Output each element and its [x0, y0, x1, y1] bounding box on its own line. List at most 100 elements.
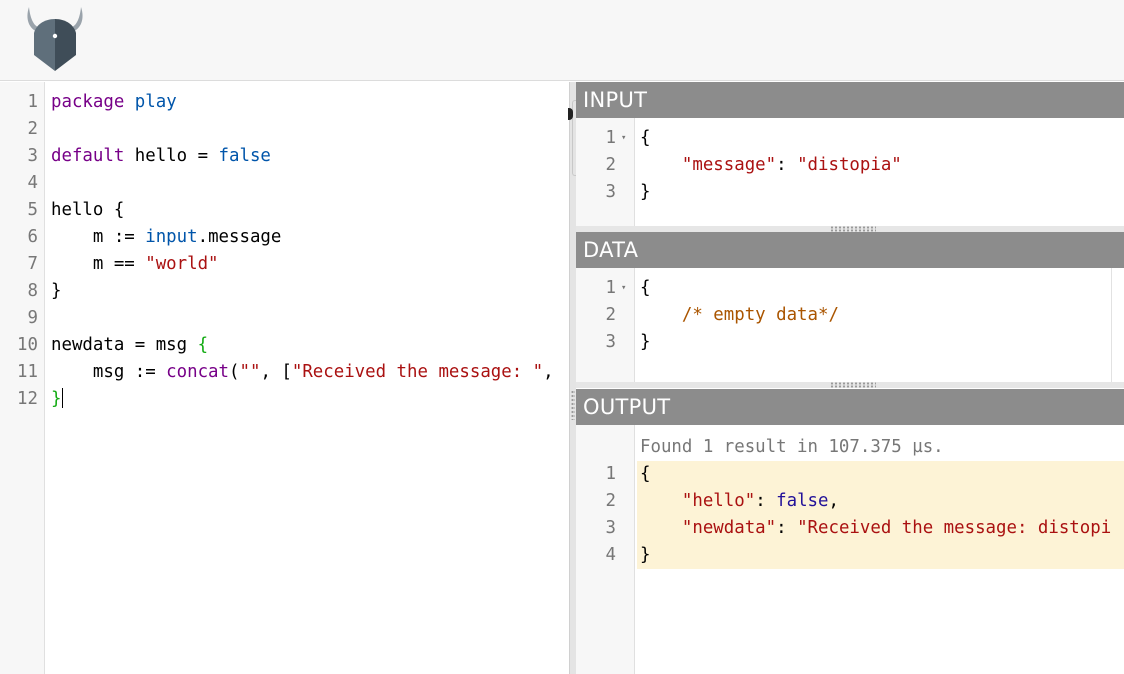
code-line[interactable]: 2 "hello": false, — [576, 488, 1124, 515]
code-token: /* empty data*/ — [681, 305, 839, 325]
line-number: 7 — [27, 254, 38, 274]
code-token: } — [51, 281, 62, 301]
line-text: { — [640, 461, 650, 488]
line-number: 2 — [605, 491, 616, 511]
code-token: { — [640, 464, 651, 484]
line-text: newdata = msg { — [51, 332, 208, 359]
code-token: , — [543, 362, 554, 382]
line-text: m := input.message — [51, 224, 281, 251]
code-line[interactable]: 2 /* empty data*/ — [576, 302, 1124, 329]
data-output-splitter[interactable] — [576, 382, 1124, 388]
code-token: } — [51, 389, 62, 409]
code-token: , [ — [260, 362, 292, 382]
line-number: 1 — [605, 128, 616, 148]
line-number: 5 — [27, 200, 38, 220]
line-number: 11 — [17, 362, 38, 382]
line-text: "hello": false, — [640, 488, 839, 515]
line-text: /* empty data*/ — [640, 302, 839, 329]
code-token: "world" — [145, 254, 219, 274]
data-scrollbar[interactable] — [1111, 268, 1124, 382]
line-number: 4 — [27, 173, 38, 193]
code-line[interactable]: 2 "message": "distopia" — [576, 152, 1124, 179]
line-number: 3 — [605, 182, 616, 202]
line-number: 1 — [605, 278, 616, 298]
line-number: 3 — [605, 518, 616, 538]
code-token: hello = — [124, 146, 219, 166]
code-token: : — [776, 155, 798, 175]
line-number: 2 — [605, 305, 616, 325]
line-text: "newdata": "Received the message: distop… — [640, 515, 1111, 542]
line-text: } — [640, 542, 650, 569]
line-number: 12 — [17, 389, 38, 409]
result-highlight — [637, 542, 1124, 569]
fold-arrow-icon[interactable]: ▾ — [621, 125, 626, 152]
data-editor[interactable]: 1 ▾{2 /* empty data*/3} — [576, 268, 1124, 382]
code-line[interactable]: 3} — [576, 329, 1124, 356]
code-line[interactable]: 4} — [576, 542, 1124, 569]
code-token: : — [755, 491, 777, 511]
opa-logo-icon[interactable] — [24, 5, 86, 73]
code-token: default — [51, 146, 125, 166]
code-token: false — [218, 146, 271, 166]
line-number: 9 — [27, 308, 38, 328]
line-text: msg := concat("", ["Received the message… — [51, 359, 554, 386]
line-number: 3 — [605, 332, 616, 352]
line-number: 8 — [27, 281, 38, 301]
line-number: 4 — [605, 545, 616, 565]
code-line[interactable]: 3} — [576, 179, 1124, 206]
code-token: play — [134, 92, 177, 112]
code-token: .message — [197, 227, 282, 247]
line-text: } — [51, 278, 61, 305]
code-token: { — [640, 278, 651, 298]
line-text: } — [640, 179, 650, 206]
line-number: 10 — [17, 335, 38, 355]
line-text: } — [51, 386, 64, 413]
line-text: hello { — [51, 197, 124, 224]
code-line[interactable]: 1 ▾ { — [576, 125, 1124, 152]
fold-arrow-icon[interactable]: ▾ — [621, 275, 626, 302]
line-number: 3 — [27, 146, 38, 166]
code-line[interactable]: 1 ▾ { — [576, 275, 1124, 302]
code-token: } — [640, 332, 651, 352]
splitter-grip-icon — [830, 382, 876, 388]
code-token: } — [640, 182, 651, 202]
code-line[interactable]: 3 "newdata": "Received the message: dist… — [576, 515, 1124, 542]
output-viewer[interactable]: 1{2 "hello": false, 3 "newdata": "Receive… — [576, 425, 1124, 674]
policy-editor[interactable]: 1 package play 2 3 default hello = false 4 5 he… — [0, 82, 569, 674]
code-token: "Received the message: " — [291, 362, 544, 382]
line-text: { — [640, 275, 650, 302]
line-text: default hello = false — [51, 143, 271, 170]
code-token: m := — [51, 227, 146, 247]
line-number: 1 — [605, 464, 616, 484]
text-cursor — [62, 388, 64, 408]
line-text: { — [640, 125, 650, 152]
code-token: hello { — [51, 200, 125, 220]
splitter-grip-icon — [571, 390, 575, 420]
result-highlight — [637, 461, 1124, 488]
code-token: "" — [239, 362, 261, 382]
input-editor[interactable]: 1 ▾{2 "message": "distopia" 3} — [576, 118, 1124, 226]
line-text: package play — [51, 89, 177, 116]
line-text: "message": "distopia" — [640, 152, 902, 179]
line-number: 2 — [27, 119, 38, 139]
code-token: false — [776, 491, 829, 511]
code-token: , — [828, 491, 839, 511]
drag-handle-icon[interactable] — [568, 108, 573, 120]
line-text: m == "world" — [51, 251, 219, 278]
code-line[interactable]: 1{ — [576, 461, 1124, 488]
code-token: : — [776, 518, 798, 538]
code-token: package — [51, 92, 125, 112]
output-status: Found 1 result in 107.375 µs. — [640, 437, 944, 457]
code-token: "hello" — [681, 491, 756, 511]
code-token: "distopia" — [797, 155, 902, 175]
code-token: "newdata" — [681, 518, 777, 538]
line-text: } — [640, 329, 650, 356]
code-token: { — [640, 128, 651, 148]
code-token: concat — [166, 362, 229, 382]
code-token: } — [640, 545, 651, 565]
